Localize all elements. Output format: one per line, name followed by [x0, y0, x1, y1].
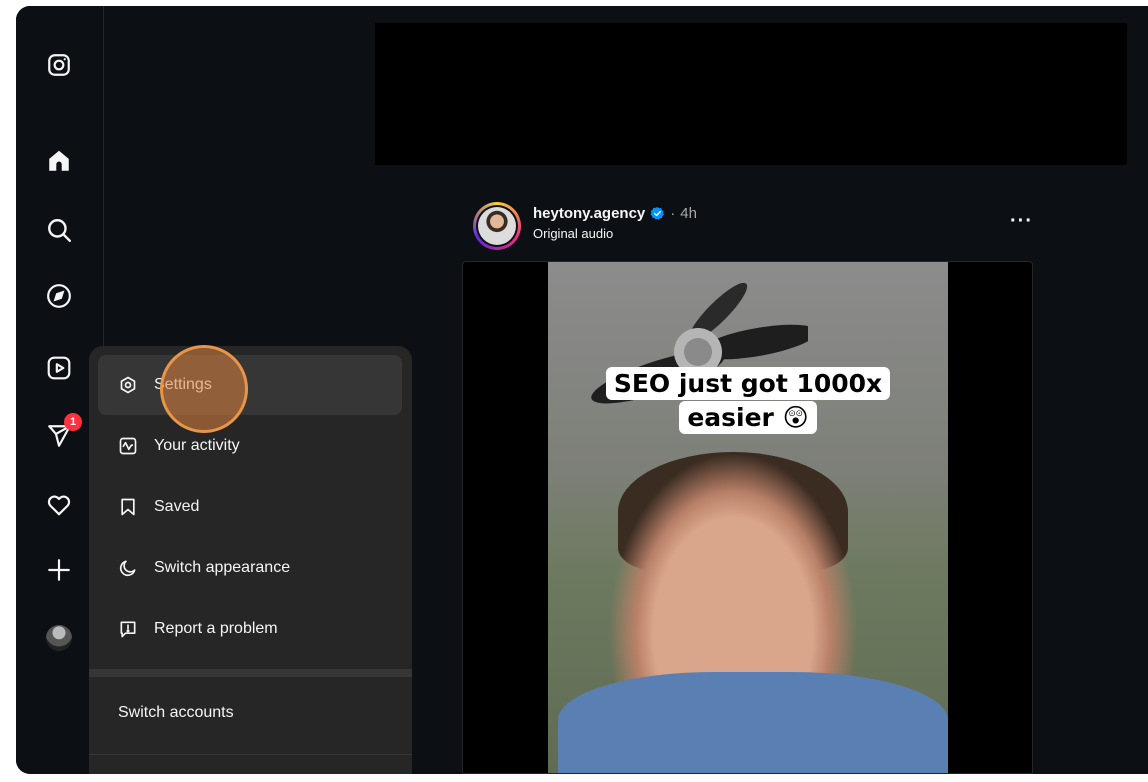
- menu-item-settings[interactable]: Settings: [98, 355, 402, 415]
- reel-video[interactable]: SEO just got 1000x easier 😲: [548, 262, 948, 773]
- instagram-logo-icon[interactable]: [42, 48, 76, 82]
- post-author-row: heytony.agency · 4h: [533, 205, 697, 222]
- activity-icon: [119, 437, 137, 455]
- reels-icon[interactable]: [42, 351, 76, 385]
- menu-item-your-activity[interactable]: Your activity: [98, 416, 402, 476]
- subject-hoodie: [558, 672, 948, 773]
- menu-divider-thin: [89, 754, 412, 755]
- post-time[interactable]: 4h: [680, 205, 697, 222]
- report-icon: [120, 621, 136, 638]
- menu-divider: [89, 669, 412, 677]
- menu-item-label: Settings: [154, 376, 212, 393]
- post-audio-link[interactable]: Original audio: [533, 226, 613, 241]
- more-options-button[interactable]: ···: [1010, 210, 1033, 233]
- moon-icon: [119, 560, 136, 577]
- menu-item-switch-appearance[interactable]: Switch appearance: [98, 538, 402, 598]
- bookmark-icon: [121, 498, 135, 516]
- caption-line-2: easier 😲: [679, 401, 817, 434]
- home-icon[interactable]: [42, 144, 76, 178]
- story-banner: [375, 23, 1127, 165]
- create-plus-icon[interactable]: [42, 553, 76, 587]
- search-icon[interactable]: [42, 213, 76, 247]
- post-author-avatar[interactable]: [473, 202, 521, 250]
- explore-icon[interactable]: [42, 279, 76, 313]
- menu-item-label: Report a problem: [154, 620, 278, 637]
- messages-icon[interactable]: 1: [42, 413, 82, 453]
- profile-avatar[interactable]: [42, 621, 76, 655]
- menu-item-label: Saved: [154, 498, 200, 515]
- instagram-window: 1 heytony.agency · 4h Original audio ···: [16, 6, 1148, 774]
- more-menu: Settings Your activity Saved Switch appe…: [89, 346, 412, 774]
- notifications-heart-icon[interactable]: [42, 488, 76, 522]
- post-header: heytony.agency · 4h Original audio ···: [473, 200, 1033, 250]
- menu-item-label: Your activity: [154, 437, 240, 454]
- switch-accounts-button[interactable]: Switch accounts: [118, 704, 234, 722]
- menu-item-report-problem[interactable]: Report a problem: [98, 599, 402, 659]
- video-caption: SEO just got 1000x easier 😲: [598, 367, 898, 435]
- verified-badge-icon: [650, 206, 665, 220]
- caption-line-1: SEO just got 1000x: [605, 367, 891, 400]
- post-media[interactable]: SEO just got 1000x easier 😲: [462, 261, 1033, 774]
- gear-icon: [120, 376, 136, 394]
- messages-badge: 1: [64, 413, 82, 431]
- menu-item-saved[interactable]: Saved: [98, 477, 402, 537]
- post-username[interactable]: heytony.agency: [533, 205, 645, 222]
- separator-dot: ·: [670, 205, 676, 222]
- menu-item-label: Switch appearance: [154, 559, 291, 576]
